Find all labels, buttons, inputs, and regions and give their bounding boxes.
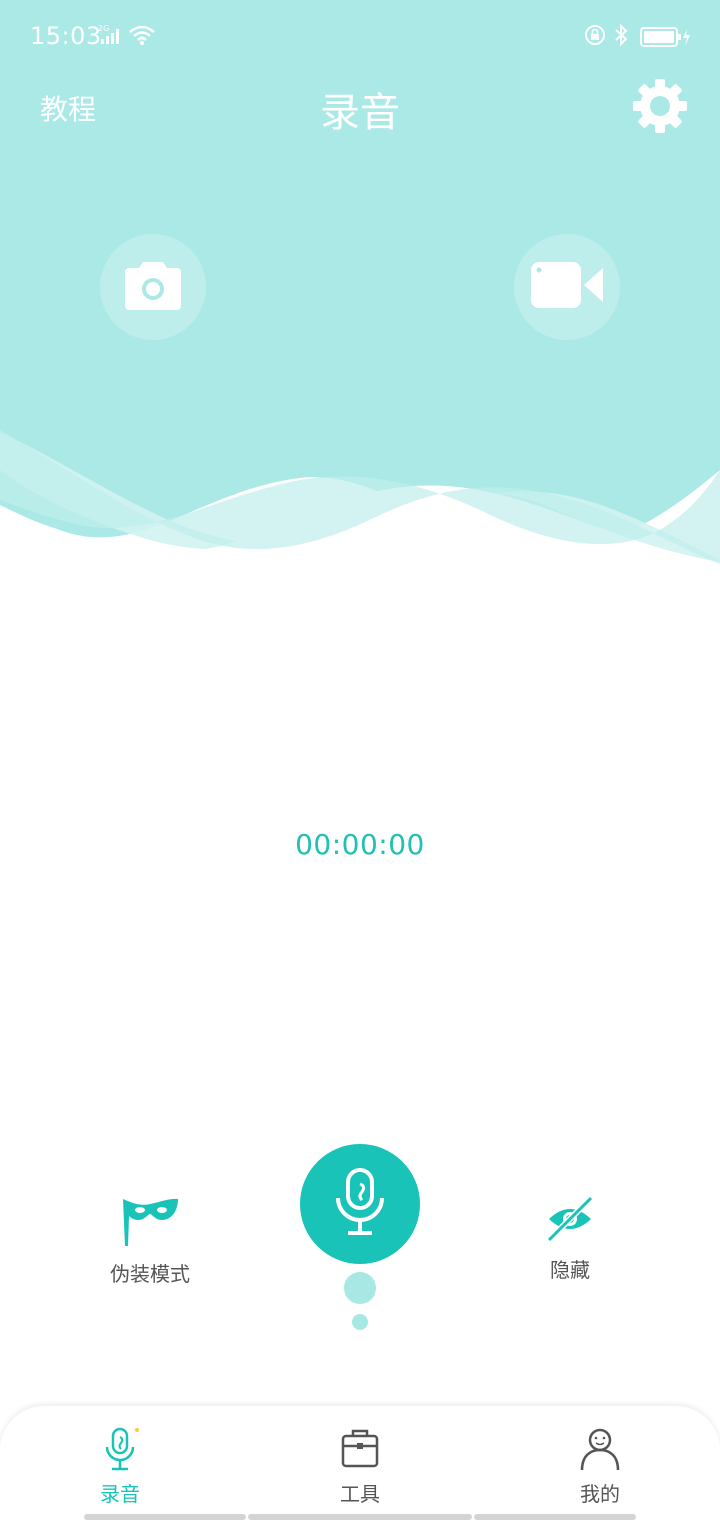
bluetooth-icon <box>612 23 630 50</box>
toolbox-icon <box>340 1426 380 1476</box>
wifi-icon <box>128 24 156 50</box>
disguise-mode-label: 伪装模式 <box>110 1262 190 1286</box>
video-capture-button[interactable] <box>514 234 620 340</box>
eye-hidden-icon <box>545 1195 595 1248</box>
tab-mine-label: 我的 <box>580 1482 620 1506</box>
home-indicator <box>474 1514 636 1520</box>
bottom-tab-bar: 录音 工具 我的 <box>0 1406 720 1520</box>
video-camera-icon <box>529 260 605 314</box>
tab-record[interactable]: 录音 <box>0 1406 240 1520</box>
mask-icon <box>120 1198 180 1252</box>
microphone-icon <box>100 1426 140 1476</box>
tab-tools-label: 工具 <box>340 1482 380 1506</box>
record-button[interactable] <box>300 1144 420 1264</box>
tab-mine[interactable]: 我的 <box>480 1406 720 1520</box>
lock-rotation-icon <box>584 24 606 50</box>
disguise-mode-button[interactable]: 伪装模式 <box>80 1196 220 1287</box>
nav-bar: 教程 录音 <box>0 72 720 142</box>
tab-record-label: 录音 <box>100 1482 140 1506</box>
signal-icon: 2G <box>98 24 122 50</box>
hide-button[interactable]: 隐藏 <box>500 1194 640 1283</box>
hide-label: 隐藏 <box>550 1258 590 1282</box>
recording-timer: 00:00:00 <box>295 828 425 861</box>
svg-text:2G: 2G <box>98 24 109 33</box>
camera-icon <box>123 258 183 316</box>
user-icon <box>580 1426 620 1476</box>
indicator-dot-large <box>344 1272 376 1304</box>
photo-capture-button[interactable] <box>100 234 206 340</box>
home-indicator <box>248 1514 472 1520</box>
gear-icon[interactable] <box>630 76 690 136</box>
home-indicator <box>84 1514 246 1520</box>
indicator-dot-small <box>352 1314 368 1330</box>
status-time: 15:03 <box>30 22 102 50</box>
page-title: 录音 <box>320 90 400 136</box>
microphone-icon <box>332 1166 388 1242</box>
battery-charging-icon <box>640 26 692 52</box>
status-bar: 15:03 2G <box>0 0 720 72</box>
tab-tools[interactable]: 工具 <box>240 1406 480 1520</box>
